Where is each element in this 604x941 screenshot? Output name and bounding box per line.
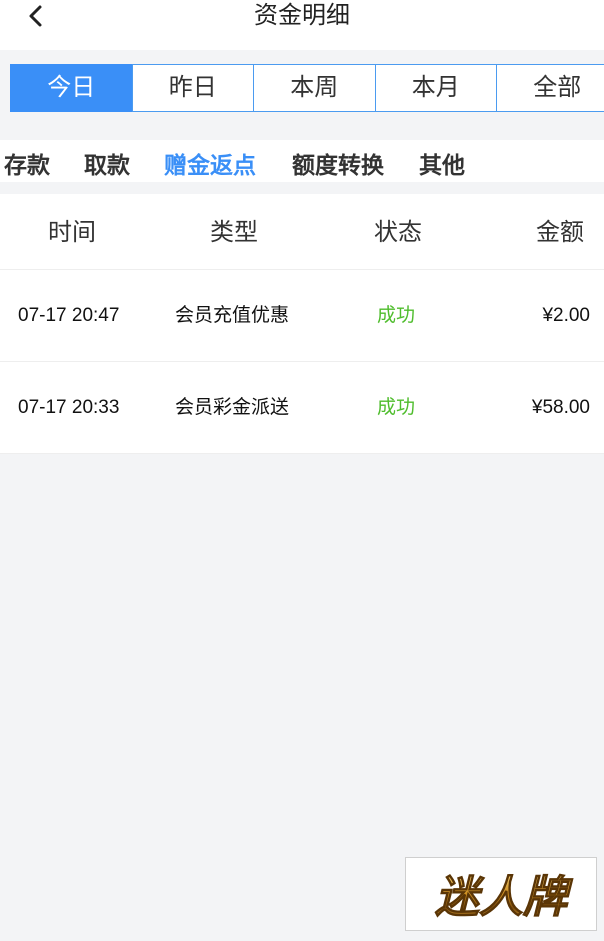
column-header-type: 类型 — [210, 219, 258, 246]
row-time: 07-17 20:47 — [18, 305, 120, 326]
row-type: 会员彩金派送 — [175, 397, 290, 418]
period-tab-bar: 今日 昨日 本周 本月 全部 — [10, 64, 604, 112]
tab-other[interactable]: 其他 — [419, 146, 465, 180]
tab-today[interactable]: 今日 — [10, 64, 133, 112]
tab-this-month[interactable]: 本月 — [374, 64, 497, 112]
category-tab-bar: 存款 取款 赠金返点 额度转换 其他 — [0, 140, 604, 182]
column-header-amount: 金额 — [536, 219, 584, 246]
transaction-table: 时间 类型 状态 金额 07-17 20:47 会员充值优惠 成功 ¥2.00 … — [0, 194, 604, 454]
row-status: 成功 — [377, 397, 416, 418]
tab-this-week[interactable]: 本周 — [253, 64, 376, 112]
tab-balance-transfer[interactable]: 额度转换 — [292, 146, 384, 180]
tab-yesterday[interactable]: 昨日 — [131, 64, 254, 112]
row-time: 07-17 20:33 — [18, 397, 120, 418]
row-type: 会员充值优惠 — [175, 305, 290, 326]
table-row[interactable]: 07-17 20:33 会员彩金派送 成功 ¥58.00 — [0, 362, 604, 454]
row-amount: ¥2.00 — [542, 305, 590, 326]
tab-withdraw[interactable]: 取款 — [84, 146, 130, 180]
row-amount: ¥58.00 — [531, 397, 590, 418]
table-row[interactable]: 07-17 20:47 会员充值优惠 成功 ¥2.00 — [0, 270, 604, 362]
row-status: 成功 — [377, 305, 416, 326]
tab-bonus-rebate[interactable]: 赠金返点 — [164, 146, 256, 180]
brand-logo: 迷人牌 — [405, 857, 597, 931]
tab-deposit[interactable]: 存款 — [4, 146, 50, 180]
tab-all[interactable]: 全部 — [496, 64, 604, 112]
page-title: 资金明细 — [254, 2, 350, 29]
header-bar: 资金明细 — [0, 0, 604, 50]
column-header-time: 时间 — [48, 219, 96, 246]
column-header-status: 状态 — [374, 219, 422, 246]
table-header: 时间 类型 状态 金额 — [0, 194, 604, 270]
logo-text: 迷人牌 — [435, 872, 573, 923]
